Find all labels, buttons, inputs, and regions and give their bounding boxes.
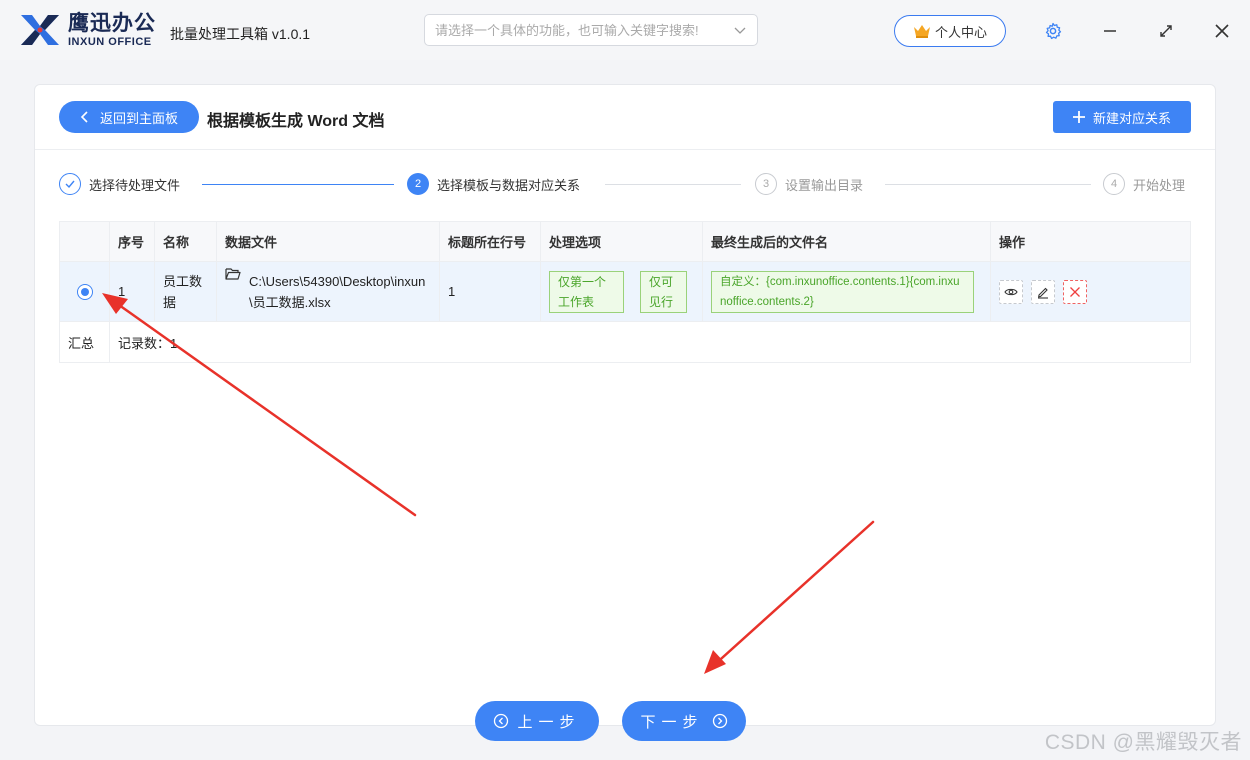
step-1: 选择待处理文件 <box>59 173 180 195</box>
step-3-label: 设置输出目录 <box>785 177 864 193</box>
mapping-table: 序号 名称 数据文件 标题所在行号 处理选项 最终生成后的文件名 操作 1 员工… <box>59 221 1191 363</box>
chevron-down-icon[interactable] <box>733 23 747 37</box>
search-input[interactable] <box>435 22 733 38</box>
col-actions: 操作 <box>999 235 1026 250</box>
expand-icon <box>1160 25 1172 37</box>
brand-name-en: INXUN OFFICE <box>68 35 152 48</box>
previous-step-button[interactable]: 上一步 <box>475 701 599 741</box>
personal-center-button[interactable]: 个人中心 <box>894 15 1006 47</box>
col-options: 处理选项 <box>541 222 703 261</box>
header-divider <box>35 149 1215 150</box>
col-title-row: 标题所在行号 <box>440 222 541 261</box>
gear-icon <box>1045 22 1062 40</box>
back-to-main-button[interactable]: 返回到主面板 <box>59 101 199 133</box>
plus-icon <box>1072 111 1085 123</box>
watermark: CSDN @黑耀毁灭者 <box>1044 731 1242 754</box>
close-window-button[interactable] <box>1211 20 1233 42</box>
row-select-cell <box>60 262 110 321</box>
main-panel: 返回到主面板 根据模板生成 Word 文档 新建对应关系 选择待处理文件 2 选… <box>34 84 1216 741</box>
step-2: 2 选择模板与数据对应关系 <box>407 173 580 195</box>
title-bar: 鹰迅办公 INXUN OFFICE 批量处理工具箱 v1.0.1 个人中心 <box>0 0 1250 60</box>
new-mapping-button[interactable]: 新建对应关系 <box>1053 101 1191 133</box>
summary-value: 记录数：1 <box>118 335 178 351</box>
step-connector-2 <box>605 184 741 185</box>
folder-open-icon <box>225 268 241 280</box>
col-index: 序号 <box>110 222 155 261</box>
brand-name-cn: 鹰迅办公 <box>68 11 156 35</box>
col-name: 名称 <box>155 222 217 261</box>
row-name: 员工数据 <box>155 262 217 321</box>
option-visible-rows-tag: 仅可见行 <box>640 270 687 313</box>
col-select <box>60 222 110 261</box>
data-file-path: C:\Users\54390\Desktop\inxun\员工数据.xlsx <box>249 273 426 310</box>
step-progress: 选择待处理文件 2 选择模板与数据对应关系 3 设置输出目录 4 开始处理 <box>59 173 1193 197</box>
next-step-label: 下一步 <box>640 713 704 731</box>
step-2-number: 2 <box>407 173 429 195</box>
output-filename-tag: 自定义：{com.inxunoffice.contents.1}{com.inx… <box>711 270 974 313</box>
maximize-button[interactable] <box>1155 20 1177 42</box>
personal-center-label: 个人中心 <box>934 24 987 40</box>
minimize-button[interactable] <box>1099 20 1121 42</box>
col-output-filename: 最终生成后的文件名 <box>703 222 991 261</box>
step-3-number: 3 <box>755 173 777 195</box>
pencil-icon <box>1038 287 1048 299</box>
step-4-label: 开始处理 <box>1133 177 1186 193</box>
step-connector-3 <box>885 184 1091 185</box>
previous-step-label: 上一步 <box>517 713 581 731</box>
step-connector-1 <box>202 184 394 185</box>
app-logo: 鹰迅办公 INXUN OFFICE <box>18 12 156 48</box>
step-4-number: 4 <box>1103 173 1125 195</box>
function-search[interactable] <box>424 14 758 46</box>
new-mapping-label: 新建对应关系 <box>1092 110 1171 126</box>
step-4: 4 开始处理 <box>1103 173 1185 195</box>
table-header: 序号 名称 数据文件 标题所在行号 处理选项 最终生成后的文件名 操作 <box>60 222 1190 262</box>
preview-button[interactable] <box>999 279 1023 304</box>
table-row[interactable]: 1 员工数据 C:\Users\54390\Desktop\inxun\员工数据… <box>60 262 1190 322</box>
row-title-row: 1 <box>440 262 541 321</box>
page-title: 根据模板生成 Word 文档 <box>207 113 385 130</box>
row-data-file: C:\Users\54390\Desktop\inxun\员工数据.xlsx <box>217 262 440 321</box>
row-select-radio[interactable] <box>76 283 93 300</box>
row-options: 仅第一个工作表 仅可见行 <box>541 262 703 321</box>
close-icon <box>1070 286 1080 297</box>
settings-button[interactable] <box>1042 20 1064 42</box>
summary-row: 汇总 记录数：1 <box>60 322 1190 362</box>
step-3: 3 设置输出目录 <box>755 173 863 195</box>
option-first-sheet-tag: 仅第一个工作表 <box>549 270 624 313</box>
app-title: 批量处理工具箱 v1.0.1 <box>170 26 311 42</box>
delete-button[interactable] <box>1063 279 1087 304</box>
inxun-logo-icon <box>21 15 59 45</box>
col-data-file: 数据文件 <box>217 222 440 261</box>
eye-icon <box>1004 288 1018 295</box>
circle-chevron-left-icon <box>494 713 509 729</box>
step-1-check-icon <box>59 173 81 195</box>
edit-button[interactable] <box>1031 279 1055 304</box>
step-2-label: 选择模板与数据对应关系 <box>437 177 581 193</box>
row-index: 1 <box>110 262 155 321</box>
row-output-filename: 自定义：{com.inxunoffice.contents.1}{com.inx… <box>703 262 991 321</box>
step-1-label: 选择待处理文件 <box>89 177 181 193</box>
circle-chevron-right-icon <box>712 713 727 729</box>
row-actions <box>991 262 1190 321</box>
chevron-left-icon <box>80 111 88 123</box>
next-step-button[interactable]: 下一步 <box>622 701 746 741</box>
crown-icon <box>913 25 930 38</box>
back-label: 返回到主面板 <box>99 110 178 126</box>
summary-label: 汇总 <box>60 322 110 362</box>
minimize-icon <box>1104 30 1116 32</box>
close-icon <box>1215 24 1229 38</box>
